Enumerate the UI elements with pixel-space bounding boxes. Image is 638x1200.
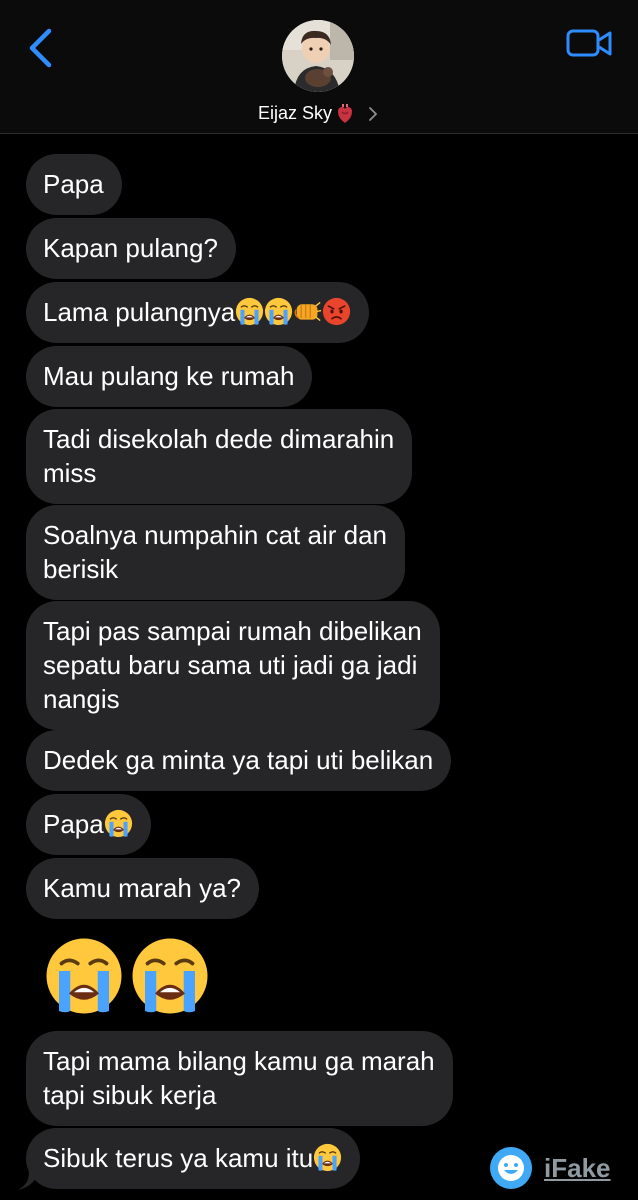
bubble-tail — [18, 1168, 40, 1190]
message-text: Kamu marah ya? — [43, 873, 241, 903]
loudly-crying-face-icon — [44, 936, 124, 1016]
contact-name-row[interactable]: Eijaz Sky — [0, 103, 638, 124]
message-text: nangis — [43, 684, 120, 714]
contact-name: Eijaz Sky — [257, 103, 333, 123]
watermark-text: iFake — [544, 1152, 611, 1183]
conversation-header: Eijaz Sky — [0, 0, 638, 134]
message-text: Papa — [43, 809, 104, 839]
chevron-left-icon — [29, 28, 52, 68]
loudly-crying-face-icon — [130, 936, 210, 1016]
message-text: Soalnya numpahin cat air dan — [43, 520, 388, 550]
message-bubble[interactable]: Lama pulangnya — [26, 282, 370, 343]
message-bubble[interactable]: Tapi mama bilang kamu ga marah tapi sibu… — [26, 1031, 453, 1126]
message-bubble[interactable]: Dedek ga minta ya tapi uti belikan — [26, 730, 452, 791]
facetime-video-button[interactable] — [566, 28, 614, 60]
back-button[interactable] — [22, 26, 58, 70]
message-bubble[interactable]: Tapi pas sampai rumah dibelikan sepatu b… — [26, 601, 440, 730]
message-bubble[interactable]: Soalnya numpahin cat air dan berisik — [26, 505, 406, 600]
message-bubble[interactable]: Sibuk terus ya kamu itu — [26, 1128, 361, 1189]
video-camera-icon — [566, 29, 612, 57]
message-text: miss — [43, 458, 97, 488]
smiley-logo-icon — [490, 1147, 532, 1189]
ifake-watermark: iFake — [490, 1147, 611, 1189]
message-text: Mau pulang ke rumah — [43, 361, 295, 391]
message-bubble[interactable]: Tadi disekolah dede dimarahin miss — [26, 409, 413, 504]
anatomical-heart-icon — [338, 103, 353, 123]
message-text: Tapi pas sampai rumah dibelikan — [43, 616, 422, 646]
message-text: tapi sibuk kerja — [43, 1080, 217, 1110]
message-text: Tadi disekolah dede dimarahin — [43, 424, 395, 454]
message-bubble[interactable]: Mau pulang ke rumah — [26, 346, 313, 407]
message-bubble[interactable]: Papa — [26, 154, 122, 215]
message-text: Papa — [43, 169, 104, 199]
chevron-right-icon — [369, 106, 378, 121]
message-text: Tapi mama bilang kamu ga marah — [43, 1046, 435, 1076]
message-text: Kapan pulang? — [43, 233, 218, 263]
message-bubble[interactable]: Kamu marah ya? — [26, 858, 259, 919]
loudly-crying-face-icon — [104, 809, 133, 838]
message-bubble[interactable]: Kapan pulang? — [26, 218, 236, 279]
message-text: Sibuk terus ya kamu itu — [43, 1143, 314, 1173]
pouting-face-icon — [322, 297, 351, 326]
loudly-crying-face-icon — [313, 1143, 342, 1172]
message-bubble[interactable]: Papa — [26, 794, 151, 855]
message-thread[interactable]: Papa Kapan pulang? Lama pulangnya Mau pu… — [0, 134, 638, 1200]
message-text: berisik — [43, 554, 119, 584]
large-emoji-message[interactable] — [44, 936, 210, 1016]
loudly-crying-face-icon — [264, 297, 293, 326]
message-text: sepatu baru sama uti jadi ga jadi — [43, 650, 418, 680]
contact-avatar[interactable] — [282, 20, 354, 92]
oncoming-fist-icon — [293, 297, 322, 326]
message-text: Dedek ga minta ya tapi uti belikan — [43, 745, 434, 775]
loudly-crying-face-icon — [235, 297, 264, 326]
message-text: Lama pulangnya — [43, 297, 236, 327]
